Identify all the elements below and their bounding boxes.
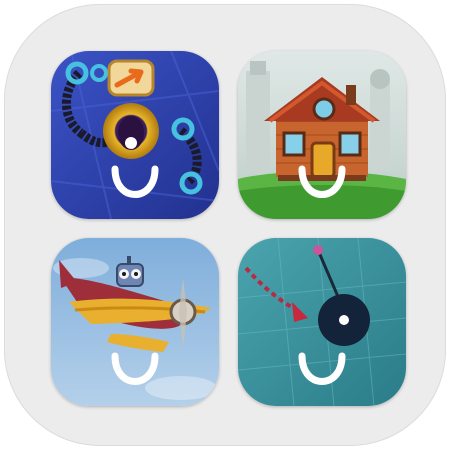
smile-icon <box>111 165 159 198</box>
smile-mark <box>109 163 161 203</box>
smile-mark <box>296 163 348 203</box>
smile-mark <box>109 350 161 390</box>
smile-icon <box>111 352 159 385</box>
app-tile-puzzle-pipes[interactable] <box>51 51 219 219</box>
app-tile-airplane[interactable] <box>51 238 219 406</box>
smile-mark <box>296 350 348 390</box>
smile-icon <box>298 352 346 385</box>
app-tile-house[interactable] <box>238 51 406 219</box>
app-bundle-icon[interactable] <box>4 4 446 446</box>
app-tile-pendulum[interactable] <box>238 238 406 406</box>
smile-icon <box>298 165 346 198</box>
